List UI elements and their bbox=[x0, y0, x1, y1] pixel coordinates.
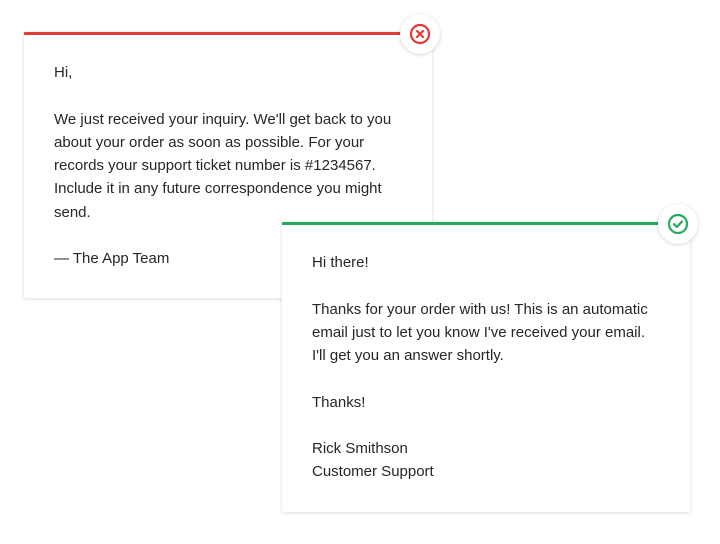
good-greeting: Hi there! bbox=[312, 251, 660, 274]
good-thanks: Thanks! bbox=[312, 391, 660, 414]
good-example-card: Hi there! Thanks for your order with us!… bbox=[282, 222, 690, 512]
good-signer-title: Customer Support bbox=[312, 460, 660, 483]
check-circle-icon bbox=[666, 212, 690, 236]
good-signer-name: Rick Smithson bbox=[312, 437, 660, 460]
good-card-body: Hi there! Thanks for your order with us!… bbox=[282, 225, 690, 512]
good-body-text: Thanks for your order with us! This is a… bbox=[312, 298, 660, 368]
bad-body-text: We just received your inquiry. We'll get… bbox=[54, 108, 402, 224]
check-circle-badge bbox=[658, 204, 698, 244]
x-circle-badge bbox=[400, 14, 440, 54]
bad-greeting: Hi, bbox=[54, 61, 402, 84]
x-circle-icon bbox=[408, 22, 432, 46]
